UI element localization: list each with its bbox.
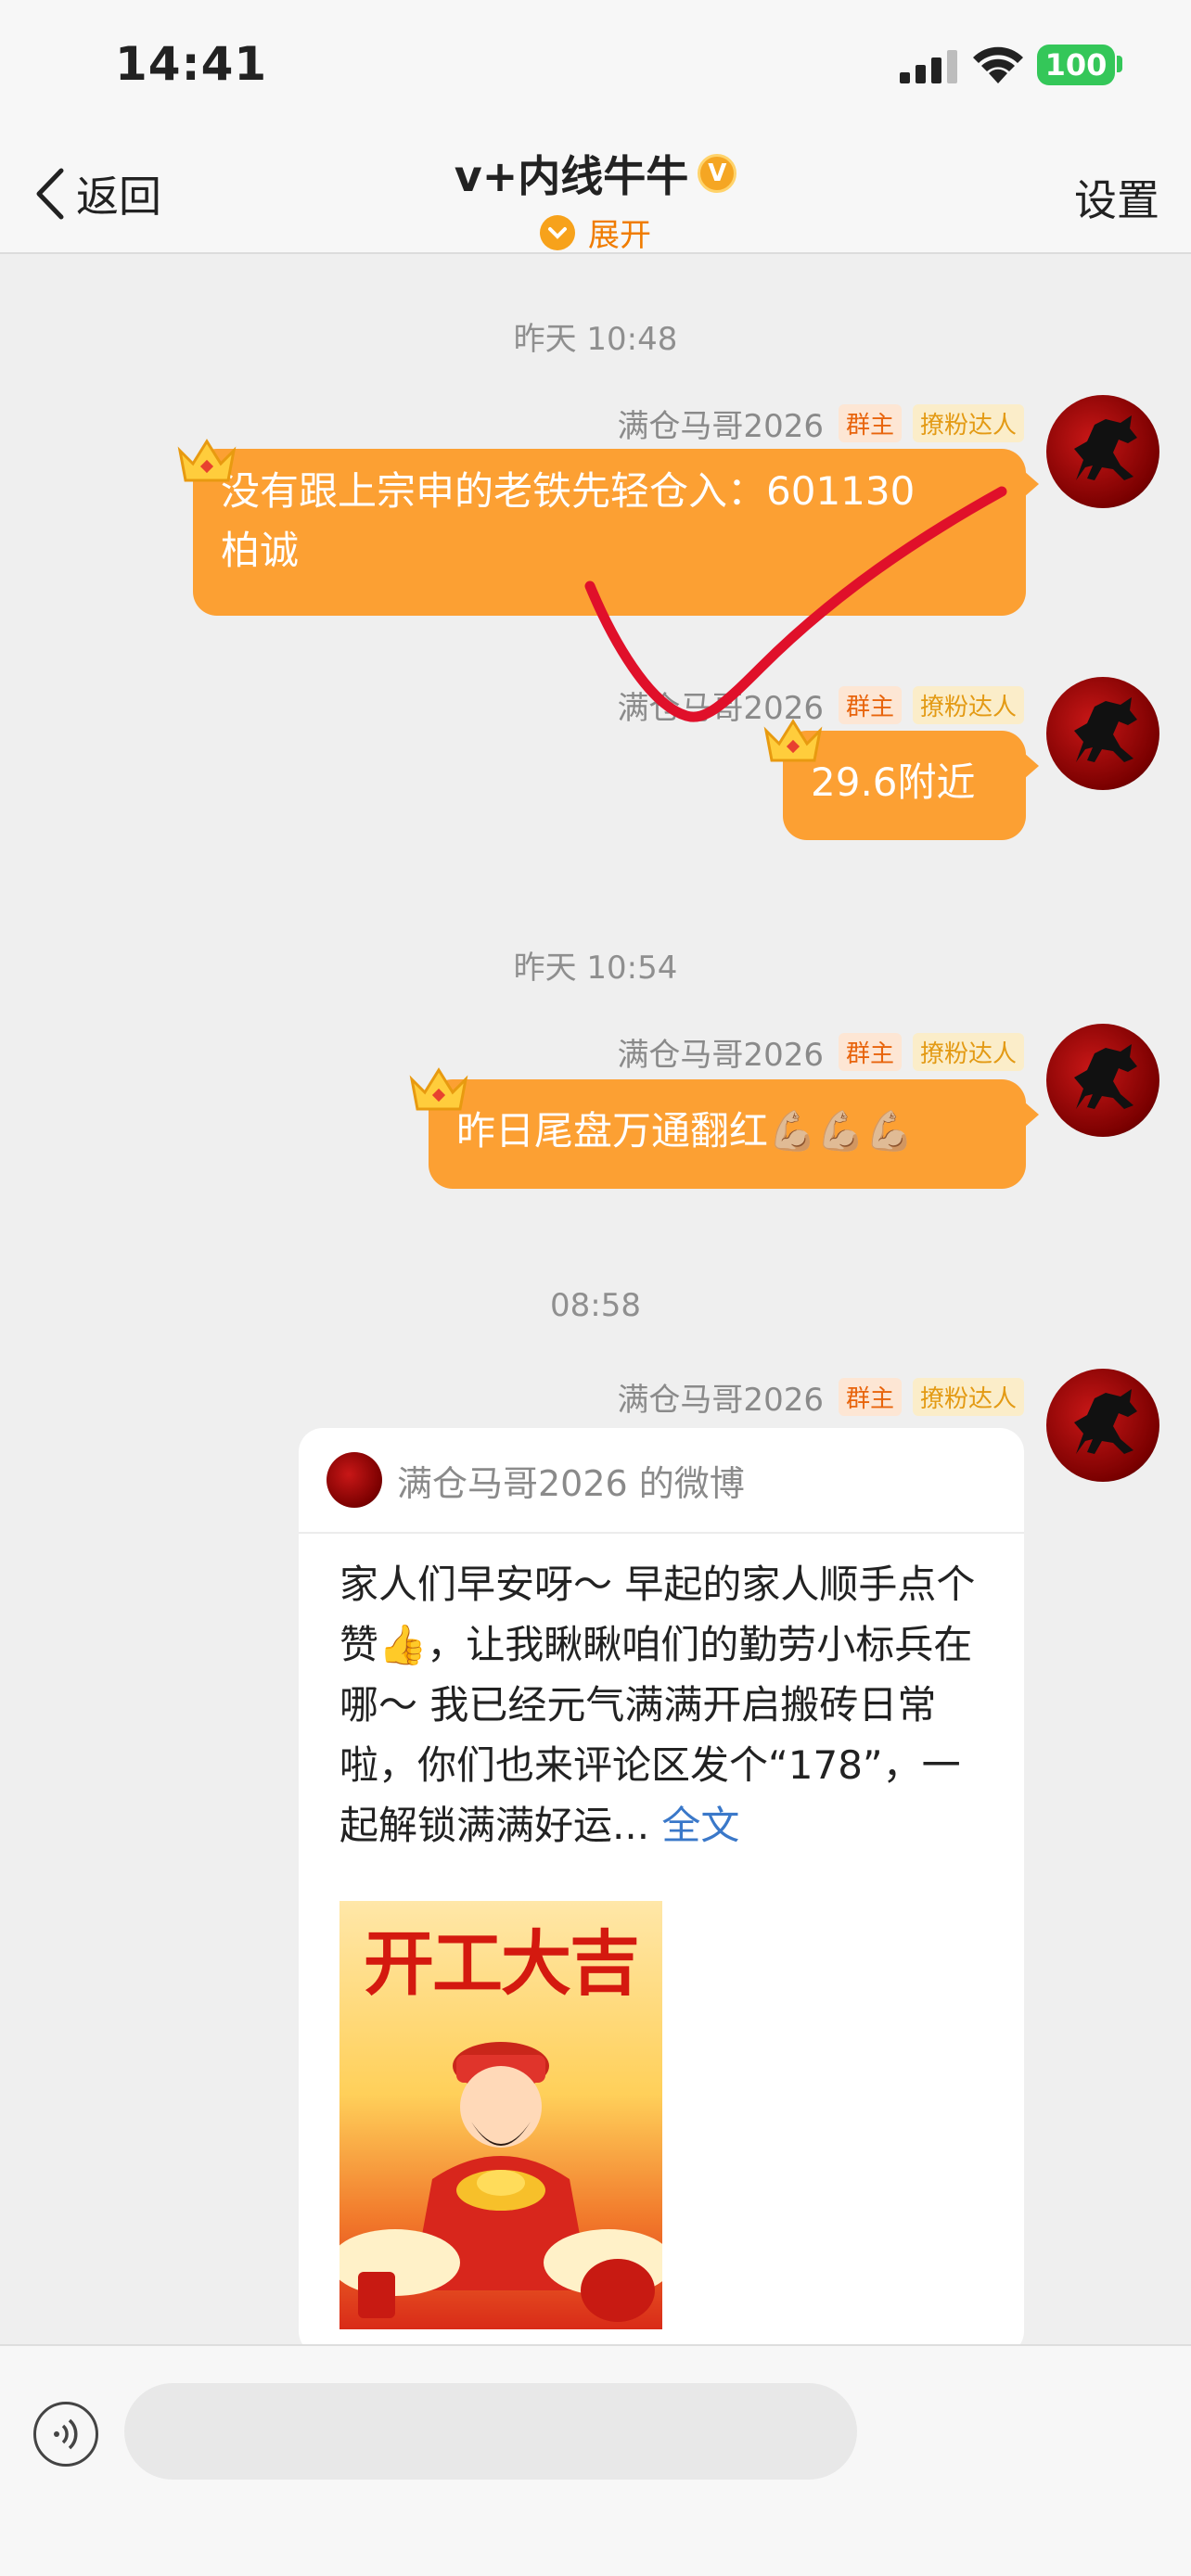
poster-illustration: [339, 2042, 662, 2322]
horse-avatar-icon: [1074, 1044, 1137, 1109]
message-text: 没有跟上宗申的老铁先轻仓入：6011: [221, 468, 865, 514]
message-text: 29.6附近: [811, 759, 976, 805]
message-bubble[interactable]: 没有跟上宗申的老铁先轻仓入：601130 柏诚: [193, 449, 1039, 616]
bubble-tail: [1024, 471, 1039, 497]
fans-tag: 撩粉达人: [912, 1378, 1024, 1416]
chat-timestamp: 昨天 10:54: [513, 950, 678, 987]
status-bar: 14:41 100: [0, 0, 1191, 139]
voice-button[interactable]: [33, 2402, 98, 2467]
horse-avatar-icon: [1074, 415, 1137, 480]
message-bubble[interactable]: 昨日尾盘万通翻红💪🏼💪🏼💪🏼: [429, 1079, 1039, 1189]
fans-tag: 撩粉达人: [912, 1033, 1024, 1071]
message-line: 柏诚: [221, 528, 300, 573]
expand-icon: [540, 214, 575, 250]
card-source: 满仓马哥2026 的微博: [397, 1462, 745, 1504]
sender-avatar[interactable]: [1046, 395, 1159, 508]
horse-avatar-icon: [1074, 1389, 1137, 1454]
sender-avatar[interactable]: [1046, 1024, 1159, 1137]
chat-timestamp: 昨天 10:48: [513, 321, 678, 358]
verified-icon: V: [698, 154, 737, 193]
shared-weibo-card[interactable]: 满仓马哥2026 的微博 家人们早安呀～ 早起的家人顺手点个赞👍，让我瞅瞅咱们的…: [299, 1428, 1024, 2355]
card-text: 家人们早安呀～ 早起的家人顺手点个赞👍，让我瞅瞅咱们的勤劳小标兵在哪～ 我已经元…: [339, 1562, 976, 1848]
message-line: 没有跟上宗申的老铁先轻仓入：601130: [221, 462, 998, 521]
owner-tag: 群主: [838, 1033, 902, 1071]
full-text-link[interactable]: 全文: [661, 1803, 739, 1848]
chat-title[interactable]: v+内线牛牛 V: [455, 143, 737, 204]
crown-icon: [409, 1067, 468, 1111]
sender-avatar[interactable]: [1046, 677, 1159, 790]
sender-avatar[interactable]: [1046, 1369, 1159, 1482]
card-source-avatar: [327, 1452, 382, 1508]
owner-tag: 群主: [838, 686, 902, 724]
owner-tag: 群主: [838, 404, 902, 442]
input-bar: [0, 2344, 1191, 2576]
voice-icon: [54, 2418, 78, 2450]
battery-icon: 100: [1037, 45, 1115, 85]
crown-icon: [763, 719, 823, 762]
expand-button[interactable]: 展开: [540, 210, 651, 255]
crown-icon: [177, 439, 237, 482]
bubble-tail: [1024, 1102, 1039, 1128]
signal-icon: [900, 50, 957, 83]
sender-meta: 满仓马哥2026 群主 撩粉达人: [617, 1374, 1024, 1420]
expand-label: 展开: [588, 217, 651, 254]
nav-bar: 返回 v+内线牛牛 V 展开 设置: [0, 139, 1191, 254]
sender-meta: 满仓马哥2026 群主 撩粉达人: [617, 1029, 1024, 1075]
bubble-tail: [1024, 753, 1039, 779]
battery-cap: [1117, 56, 1122, 72]
nav-title-group: v+内线牛牛 V 展开: [0, 143, 1191, 255]
chat-title-text: v+内线牛牛: [454, 151, 689, 201]
card-header: 满仓马哥2026 的微博: [299, 1428, 1024, 1534]
sender-name[interactable]: 满仓马哥2026: [617, 1374, 824, 1420]
settings-button[interactable]: 设置: [1074, 167, 1159, 228]
message-input[interactable]: [124, 2383, 857, 2480]
chat-timestamp: 08:58: [550, 1287, 641, 1324]
fans-tag: 撩粉达人: [912, 686, 1024, 724]
status-time: 14:41: [115, 37, 268, 91]
wifi-icon: [973, 46, 1023, 83]
card-image[interactable]: 开工大吉: [339, 1901, 662, 2329]
owner-tag: 群主: [838, 1378, 902, 1416]
sender-name[interactable]: 满仓马哥2026: [617, 401, 824, 446]
battery-level: 100: [1044, 47, 1108, 83]
message-text-tail: 30: [864, 468, 916, 514]
sender-meta: 满仓马哥2026 群主 撩粉达人: [617, 401, 1024, 446]
card-body: 家人们早安呀～ 早起的家人顺手点个赞👍，让我瞅瞅咱们的勤劳小标兵在哪～ 我已经元…: [299, 1534, 1024, 1855]
sender-name[interactable]: 满仓马哥2026: [617, 1029, 824, 1075]
message-text: 昨日尾盘万通翻红💪🏼💪🏼💪🏼: [456, 1108, 914, 1154]
horse-avatar-icon: [1074, 697, 1137, 762]
fans-tag: 撩粉达人: [912, 404, 1024, 442]
